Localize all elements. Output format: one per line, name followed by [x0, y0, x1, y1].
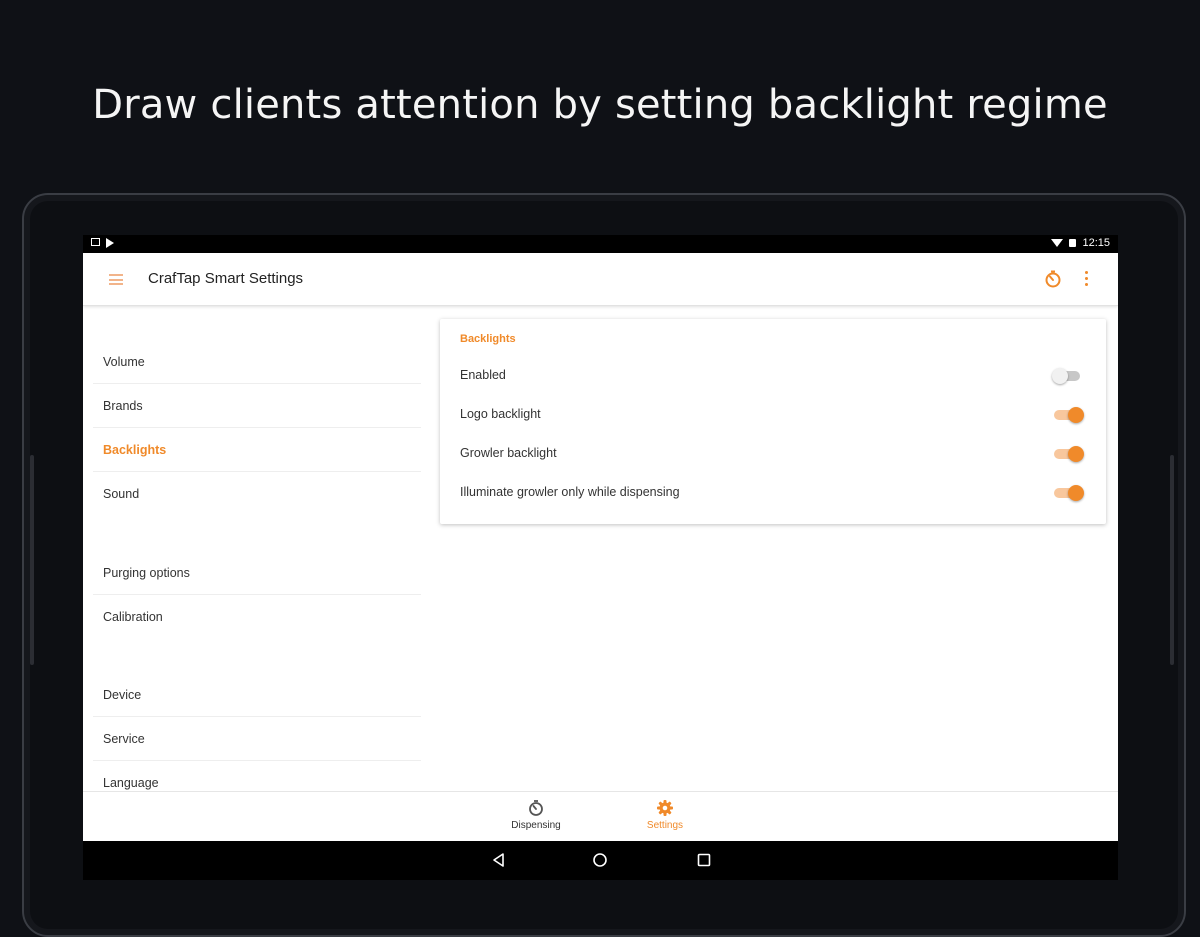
menu-icon[interactable]	[109, 274, 123, 285]
setting-row-enabled[interactable]: Enabled	[440, 356, 1106, 395]
growler-backlight-toggle[interactable]	[1052, 446, 1084, 462]
logo-backlight-toggle[interactable]	[1052, 407, 1084, 423]
home-icon[interactable]	[590, 850, 610, 870]
notification-icon	[91, 238, 100, 246]
wifi-icon	[1051, 239, 1064, 247]
backlights-settings-card: Backlights Enabled Logo backlight Growle…	[440, 319, 1106, 524]
device-screen: 12:15 CrafTap Smart Settings Volume Bran…	[83, 235, 1118, 880]
tab-dispensing[interactable]: Dispensing	[476, 792, 596, 842]
section-header: Backlights	[460, 333, 516, 345]
enabled-toggle[interactable]	[1052, 368, 1084, 384]
setting-row-growler-backlight[interactable]: Growler backlight	[440, 434, 1106, 473]
settings-sidebar: Volume Brands Backlights Sound Purging o…	[83, 306, 423, 791]
tablet-side-button-right	[1170, 455, 1174, 665]
timer-icon[interactable]	[1043, 269, 1063, 289]
setting-label: Illuminate growler only while dispensing	[460, 485, 680, 499]
status-bar: 12:15	[83, 235, 1118, 253]
sidebar-item-calibration[interactable]: Calibration	[93, 595, 421, 639]
setting-row-illuminate-growler[interactable]: Illuminate growler only while dispensing	[440, 473, 1106, 512]
recent-apps-icon[interactable]	[694, 850, 714, 870]
overflow-menu-icon[interactable]	[1081, 269, 1091, 289]
timer-icon	[529, 800, 543, 816]
system-navigation-bar	[83, 841, 1118, 880]
gear-icon	[657, 800, 673, 816]
setting-label: Enabled	[460, 368, 506, 382]
sidebar-item-backlights[interactable]: Backlights	[93, 428, 421, 472]
media-notification-icon	[106, 238, 114, 248]
sidebar-item-volume[interactable]: Volume	[93, 340, 421, 384]
tab-label: Settings	[646, 820, 684, 831]
sidebar-item-sound[interactable]: Sound	[93, 472, 421, 516]
back-icon[interactable]	[489, 850, 509, 870]
promo-headline: Draw clients attention by setting backli…	[92, 82, 1108, 128]
sidebar-item-device[interactable]: Device	[93, 673, 421, 717]
setting-row-logo-backlight[interactable]: Logo backlight	[440, 395, 1106, 434]
tablet-side-button-left	[30, 455, 34, 665]
sidebar-item-service[interactable]: Service	[93, 717, 421, 761]
tab-settings[interactable]: Settings	[605, 792, 725, 842]
battery-icon	[1069, 239, 1077, 247]
status-time: 12:15	[1082, 237, 1110, 249]
tab-label: Dispensing	[511, 820, 561, 831]
setting-label: Growler backlight	[460, 446, 557, 460]
setting-label: Logo backlight	[460, 407, 541, 421]
sidebar-item-purging-options[interactable]: Purging options	[93, 551, 421, 595]
app-title: CrafTap Smart Settings	[148, 270, 304, 287]
illuminate-growler-toggle[interactable]	[1052, 485, 1084, 501]
app-bar: CrafTap Smart Settings	[83, 253, 1118, 306]
bottom-navigation: Dispensing Settings	[83, 791, 1118, 842]
sidebar-item-brands[interactable]: Brands	[93, 384, 421, 428]
sidebar-item-language[interactable]: Language	[93, 761, 421, 791]
